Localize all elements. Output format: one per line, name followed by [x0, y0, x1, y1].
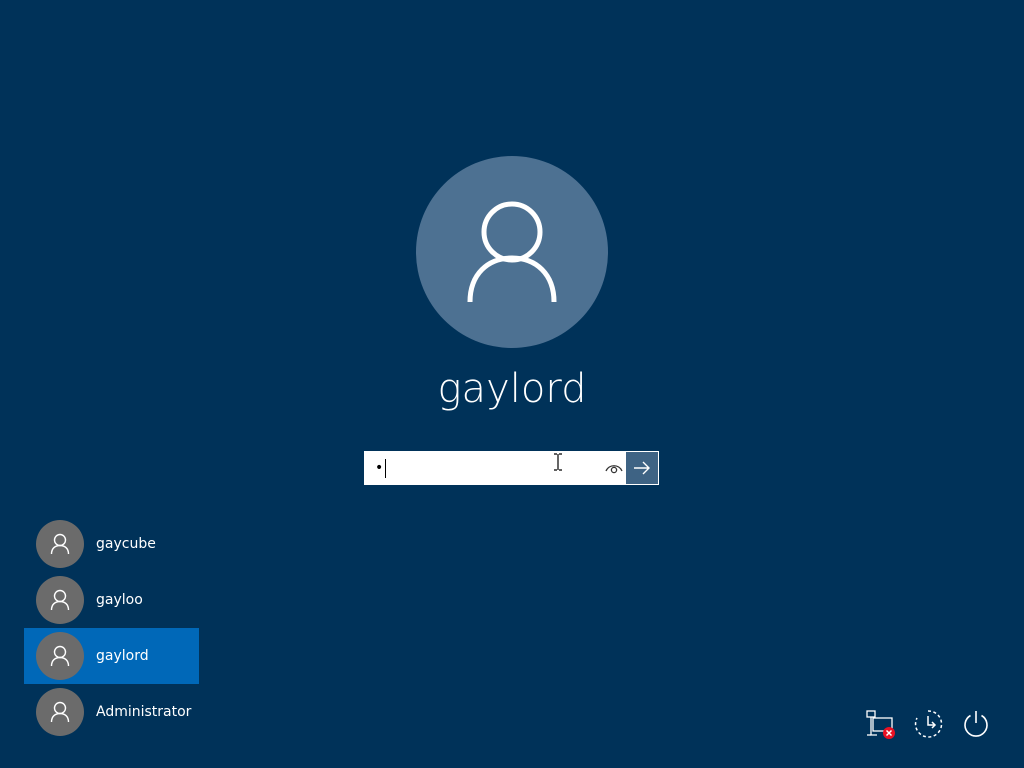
ease-of-access-icon: [914, 710, 943, 738]
power-button[interactable]: [956, 704, 996, 744]
user-item-gaylord[interactable]: gaylord: [24, 628, 199, 684]
user-item-administrator[interactable]: Administrator: [24, 684, 199, 740]
current-user-name: gaylord: [437, 366, 587, 412]
user-name: gaylord: [96, 648, 149, 664]
user-item-gaycube[interactable]: gaycube: [24, 516, 199, 572]
avatar: [36, 688, 84, 736]
user-name: Administrator: [96, 704, 192, 720]
user-item-gayloo[interactable]: gayloo: [24, 572, 199, 628]
user-icon: [50, 701, 70, 723]
ease-of-access-button[interactable]: [908, 704, 948, 744]
user-icon: [50, 645, 70, 667]
ibeam-cursor-icon: [554, 453, 562, 471]
user-icon: [50, 589, 70, 611]
text-caret: [385, 459, 386, 478]
power-icon: [964, 711, 988, 737]
avatar: [36, 576, 84, 624]
current-user-avatar: [416, 156, 608, 348]
password-input[interactable]: [365, 452, 601, 484]
user-icon: [467, 201, 557, 303]
password-box: [364, 451, 659, 485]
avatar: [36, 632, 84, 680]
user-list: gaycube gayloo gaylord Administrator: [24, 516, 199, 740]
user-name: gayloo: [96, 592, 143, 608]
arrow-right-icon: [634, 461, 650, 475]
network-disconnected-icon: [866, 710, 895, 739]
user-icon: [50, 533, 70, 555]
submit-button[interactable]: [626, 452, 658, 484]
avatar: [36, 520, 84, 568]
network-button[interactable]: [860, 704, 900, 744]
user-name: gaycube: [96, 536, 156, 552]
reveal-password-button[interactable]: [601, 452, 627, 484]
eye-icon: [605, 465, 623, 474]
